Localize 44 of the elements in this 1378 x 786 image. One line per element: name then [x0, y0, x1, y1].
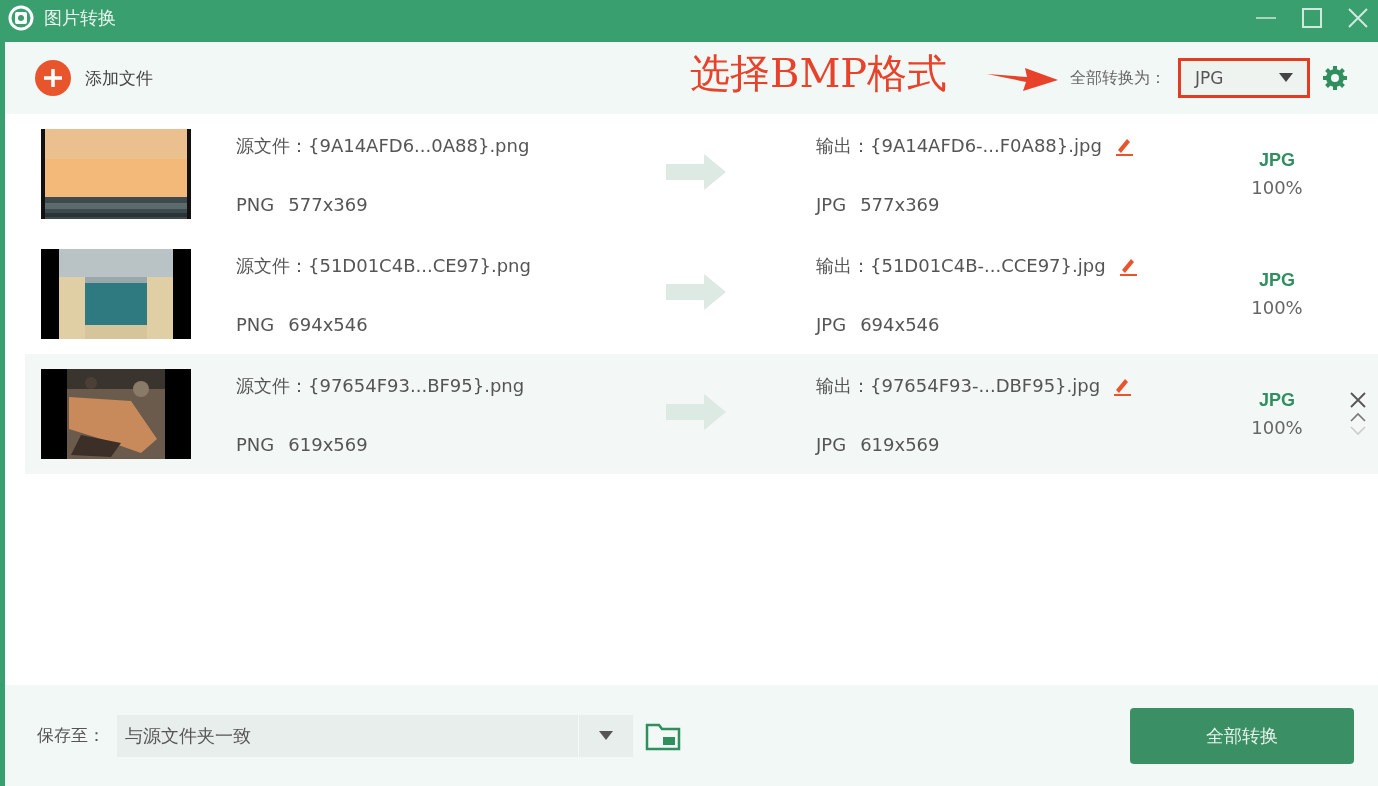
add-file-button[interactable]: 添加文件 [35, 60, 153, 96]
source-file-name: 源文件：{51D01C4B...CE97}.png [236, 253, 532, 278]
source-file-name: 源文件：{97654F93...BF95}.png [236, 373, 526, 398]
save-path-dropdown[interactable]: 与源文件夹一致 [117, 714, 633, 757]
output-file-name: 输出：{9A14AFD6-...F0A88}.jpg [816, 133, 1102, 158]
progress-percent: 100% [1251, 297, 1303, 318]
output-size: 577x369 [860, 193, 940, 215]
source-size: 619x569 [288, 433, 368, 455]
caret-icon [599, 730, 613, 741]
plus-icon [35, 60, 71, 96]
annotation-text: 选择BMP格式 [690, 49, 948, 98]
progress-percent: 100% [1251, 177, 1303, 198]
arrow-icon [666, 152, 728, 192]
target-format: JPG [1259, 270, 1295, 291]
target-format: JPG [1259, 390, 1295, 411]
output-size: 619x569 [860, 433, 940, 455]
target-format: JPG [1259, 150, 1295, 171]
source-format: PNG [236, 433, 275, 455]
file-row[interactable]: 源文件：{9A14AFD6...0A88}.png PNG 577x369 输出：{9A14AFD6-...F0A88}.jpg JPG 577x369 JPG 100% [25, 114, 1378, 234]
output-file-name: 输出：{51D01C4B-...CCE97}.jpg [816, 253, 1106, 278]
output-size: 694x546 [860, 313, 940, 335]
source-format: PNG [236, 313, 275, 335]
output-file-name: 输出：{97654F93-...DBF95}.jpg [816, 373, 1101, 398]
maximize-icon[interactable] [1300, 6, 1324, 30]
up-chevron-icon[interactable] [1349, 411, 1367, 423]
output-format: JPG [816, 433, 847, 455]
file-row[interactable]: 源文件：{97654F93...BF95}.png PNG 619x569 输出：{97654F93-...DBF95}.jpg JPG 619x569 JPG 100% [25, 354, 1378, 474]
settings-icon[interactable] [1322, 65, 1348, 91]
output-format: JPG [816, 193, 847, 215]
save-to-label: 保存至： [37, 724, 105, 747]
source-file-name: 源文件：{9A14AFD6...0A88}.png [236, 133, 531, 158]
close-icon[interactable] [1349, 391, 1367, 409]
convert-all-label: 全部转换为： [1070, 67, 1166, 89]
source-size: 694x546 [288, 313, 368, 335]
app-logo-icon [6, 3, 36, 33]
format-dropdown[interactable]: JPG [1178, 58, 1310, 98]
caret-icon [1279, 73, 1293, 83]
source-format: PNG [236, 193, 275, 215]
window-title: 图片转换 [44, 6, 116, 30]
arrow-icon [666, 272, 728, 312]
file-row[interactable]: 源文件：{51D01C4B...CE97}.png PNG 694x546 输出：{51D01C4B-...CCE97}.jpg JPG 694x546 JPG 100% [25, 234, 1378, 354]
source-size: 577x369 [288, 193, 368, 215]
output-format: JPG [816, 313, 847, 335]
progress-percent: 100% [1251, 417, 1303, 438]
